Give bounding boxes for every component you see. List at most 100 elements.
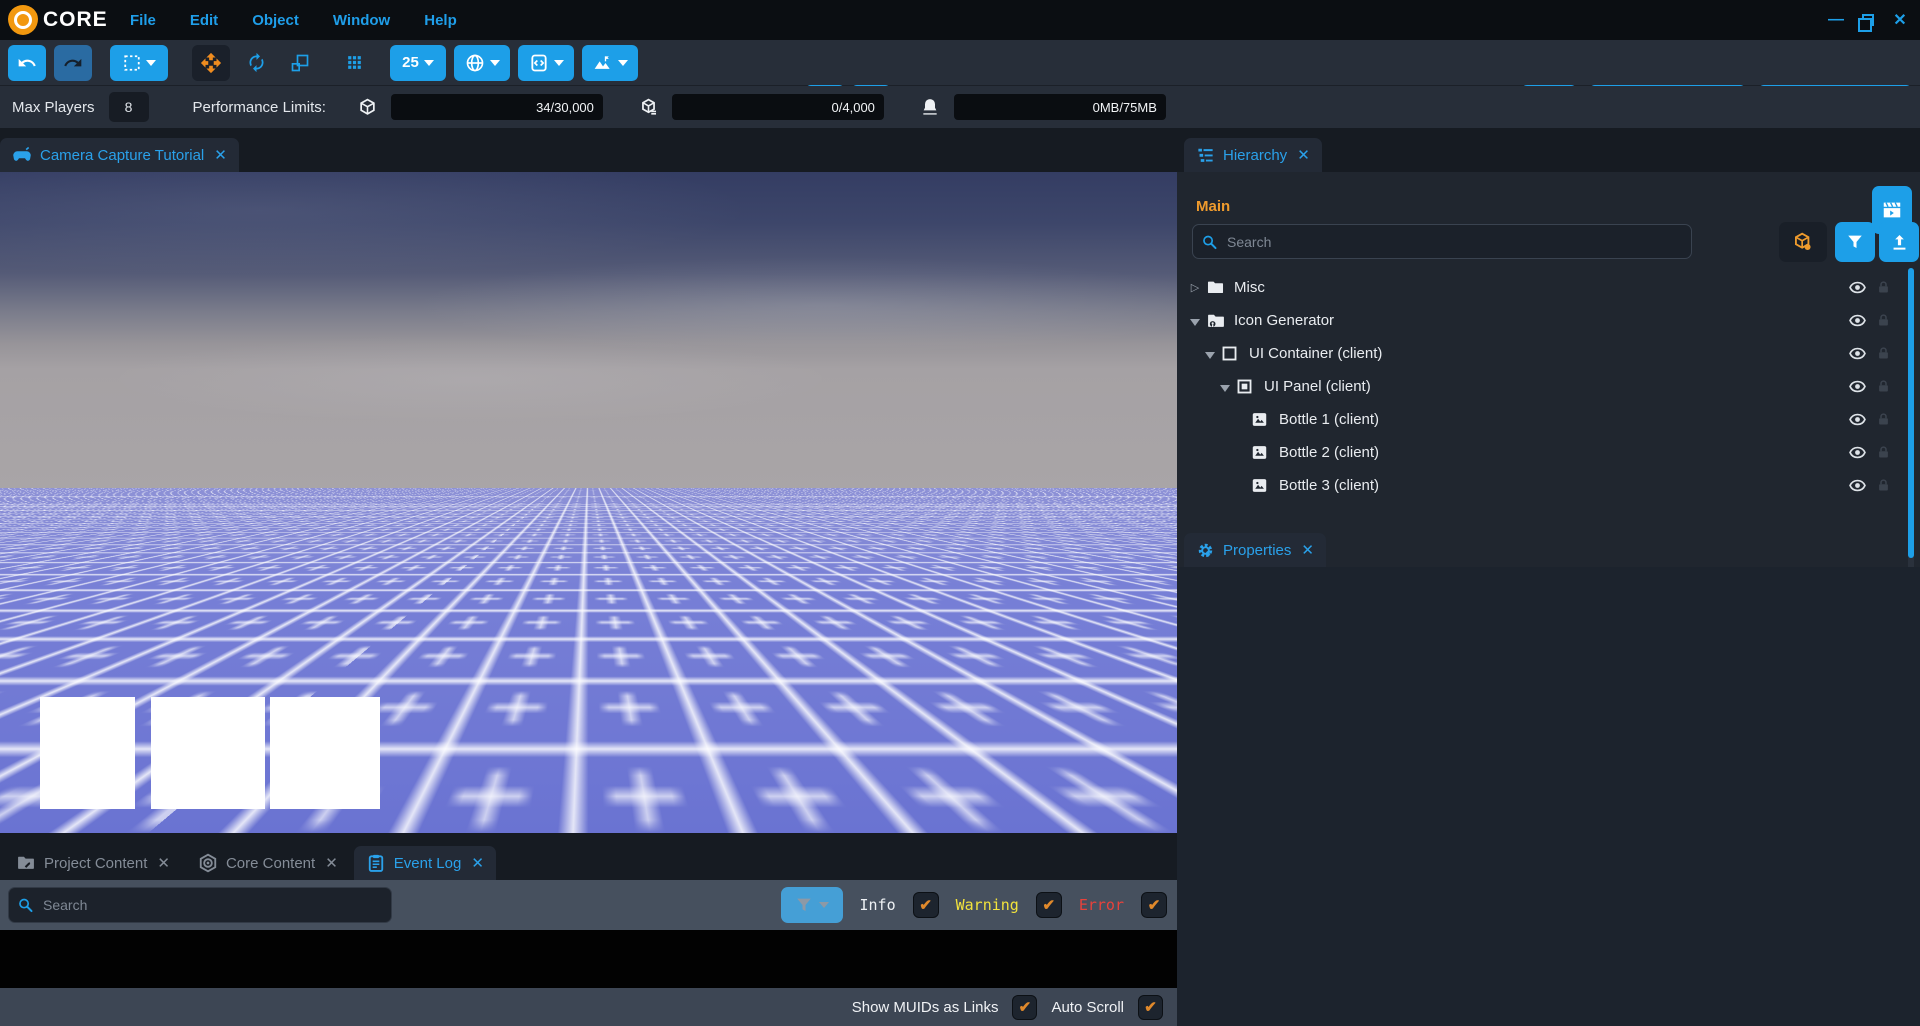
script-dropdown[interactable] bbox=[518, 45, 574, 81]
tree-item-label: Bottle 1 (client) bbox=[1279, 411, 1379, 428]
collapse-arrow-icon[interactable] bbox=[1219, 383, 1231, 395]
grid-snap-button[interactable] bbox=[336, 45, 372, 81]
restore-icon[interactable] bbox=[1862, 14, 1874, 26]
chevron-down-icon bbox=[424, 60, 434, 66]
close-icon[interactable]: ✕ bbox=[325, 854, 338, 872]
scale-tool-button[interactable] bbox=[282, 45, 318, 81]
visibility-eye-icon[interactable] bbox=[1849, 411, 1866, 428]
visibility-eye-icon[interactable] bbox=[1849, 378, 1866, 395]
tree-row[interactable]: ▷Misc bbox=[1177, 271, 1920, 304]
terrain-icon bbox=[593, 53, 613, 73]
tab-viewport[interactable]: Camera Capture Tutorial ✕ bbox=[0, 138, 239, 172]
expand-arrow-icon[interactable]: ▷ bbox=[1189, 281, 1201, 294]
close-icon[interactable]: ✕ bbox=[1890, 10, 1910, 30]
menu-file[interactable]: File bbox=[130, 12, 156, 29]
scrollbar-thumb[interactable] bbox=[1908, 268, 1914, 558]
tree-row[interactable]: UI Panel (client) bbox=[1177, 370, 1920, 403]
close-icon[interactable]: ✕ bbox=[1297, 146, 1310, 164]
visibility-eye-icon[interactable] bbox=[1849, 444, 1866, 461]
checkbox-auto-scroll[interactable]: ✔ bbox=[1138, 995, 1163, 1020]
event-log-search-input[interactable] bbox=[8, 887, 392, 923]
lock-icon[interactable] bbox=[1876, 478, 1891, 493]
networked-filter-button[interactable] bbox=[1779, 222, 1827, 262]
core-editor-window: CORE File Edit Object Window Help — ✕ 25 bbox=[0, 0, 1920, 1026]
move-tool-button[interactable] bbox=[192, 45, 230, 81]
chevron-down-icon bbox=[490, 60, 500, 66]
checkbox-show-muids-as-links[interactable]: ✔ bbox=[1012, 995, 1037, 1020]
visibility-eye-icon[interactable] bbox=[1849, 477, 1866, 494]
settings-bar: Max Players 8 Performance Limits: 34/30,… bbox=[0, 86, 1920, 128]
script-icon bbox=[529, 53, 549, 73]
menu-window[interactable]: Window bbox=[333, 12, 390, 29]
networked-object-icon bbox=[639, 98, 658, 117]
log-filter-dropdown[interactable] bbox=[781, 887, 843, 923]
select-box-icon bbox=[123, 54, 141, 72]
viewport-3d[interactable] bbox=[0, 172, 1177, 833]
tree-item-label: UI Panel (client) bbox=[1264, 378, 1371, 395]
hierarchy-search-input[interactable] bbox=[1192, 224, 1692, 259]
image-icon bbox=[1251, 444, 1268, 461]
checkbox-warning[interactable]: ✔ bbox=[1036, 892, 1062, 918]
rotate-tool-button[interactable] bbox=[238, 45, 274, 81]
collapse-arrow-icon[interactable] bbox=[1204, 350, 1216, 362]
tree-row[interactable]: Bottle 2 (client) bbox=[1177, 436, 1920, 469]
funnel-icon bbox=[795, 896, 813, 914]
lock-icon[interactable] bbox=[1876, 412, 1891, 427]
ui-panel-bottle-1 bbox=[40, 697, 135, 809]
max-players-value[interactable]: 8 bbox=[109, 92, 149, 122]
menu-help[interactable]: Help bbox=[424, 12, 457, 29]
tree-row[interactable]: Bottle 3 (client) bbox=[1177, 469, 1920, 502]
hierarchy-filter-button[interactable] bbox=[1835, 222, 1875, 262]
menu-object[interactable]: Object bbox=[252, 12, 299, 29]
visibility-eye-icon[interactable] bbox=[1849, 312, 1866, 329]
event-log-output[interactable] bbox=[0, 930, 1177, 988]
tree-row[interactable]: UI Container (client) bbox=[1177, 337, 1920, 370]
lock-icon[interactable] bbox=[1876, 313, 1891, 328]
minimize-icon[interactable]: — bbox=[1826, 11, 1846, 29]
undo-button[interactable] bbox=[8, 45, 46, 81]
core-logo-icon bbox=[10, 7, 36, 33]
lock-icon[interactable] bbox=[1876, 280, 1891, 295]
event-log-filters: Info✔Warning✔Error✔ bbox=[781, 880, 1168, 930]
tree-row[interactable]: Bottle 1 (client) bbox=[1177, 403, 1920, 436]
hierarchy-icon bbox=[1196, 146, 1215, 165]
tab-core-content[interactable]: Core Content✕ bbox=[186, 846, 350, 880]
clapperboard-icon bbox=[1881, 199, 1903, 221]
menu-edit[interactable]: Edit bbox=[190, 12, 218, 29]
networked-object-meter: 0/4,000 bbox=[672, 94, 884, 120]
checkbox-info[interactable]: ✔ bbox=[913, 892, 939, 918]
visibility-eye-icon[interactable] bbox=[1849, 345, 1866, 362]
search-icon bbox=[1201, 233, 1218, 250]
viewport-tab-label: Camera Capture Tutorial bbox=[40, 147, 204, 164]
close-icon[interactable]: ✕ bbox=[1301, 541, 1314, 559]
select-mode-dropdown[interactable] bbox=[110, 45, 168, 81]
tree-row[interactable]: Icon Generator bbox=[1177, 304, 1920, 337]
tab-properties[interactable]: Properties ✕ bbox=[1184, 533, 1326, 567]
grid-size-dropdown[interactable]: 25 bbox=[390, 45, 446, 81]
properties-tab-label: Properties bbox=[1223, 542, 1291, 559]
visibility-eye-icon[interactable] bbox=[1849, 279, 1866, 296]
collapse-arrow-icon[interactable] bbox=[1189, 317, 1201, 329]
chevron-down-icon bbox=[554, 60, 564, 66]
hierarchy-panel: Main ▷MiscIcon GeneratorUI Container (cl… bbox=[1177, 172, 1920, 572]
tab-project-content[interactable]: Project Content✕ bbox=[4, 846, 182, 880]
lock-icon[interactable] bbox=[1876, 379, 1891, 394]
ui-panel-bottle-3 bbox=[270, 697, 380, 809]
redo-button[interactable] bbox=[54, 45, 92, 81]
close-icon[interactable]: ✕ bbox=[157, 854, 170, 872]
tab-hierarchy[interactable]: Hierarchy ✕ bbox=[1184, 138, 1322, 172]
lock-icon[interactable] bbox=[1876, 445, 1891, 460]
world-settings-dropdown[interactable] bbox=[454, 45, 510, 81]
core-logo-wordmark: CORE bbox=[43, 8, 108, 32]
lock-icon[interactable] bbox=[1876, 346, 1891, 361]
checkbox-error[interactable]: ✔ bbox=[1141, 892, 1167, 918]
window-controls: — ✕ bbox=[1826, 0, 1910, 40]
close-icon[interactable]: ✕ bbox=[471, 854, 484, 872]
filter-label-info: Info bbox=[860, 896, 896, 914]
terrain-dropdown[interactable] bbox=[582, 45, 638, 81]
bottom-panel-tabs: Project Content✕Core Content✕Event Log✕ bbox=[4, 846, 500, 880]
export-button[interactable] bbox=[1879, 222, 1919, 262]
close-icon[interactable]: ✕ bbox=[214, 146, 227, 164]
core-logo: CORE bbox=[10, 7, 122, 33]
tab-event-log[interactable]: Event Log✕ bbox=[354, 846, 496, 880]
